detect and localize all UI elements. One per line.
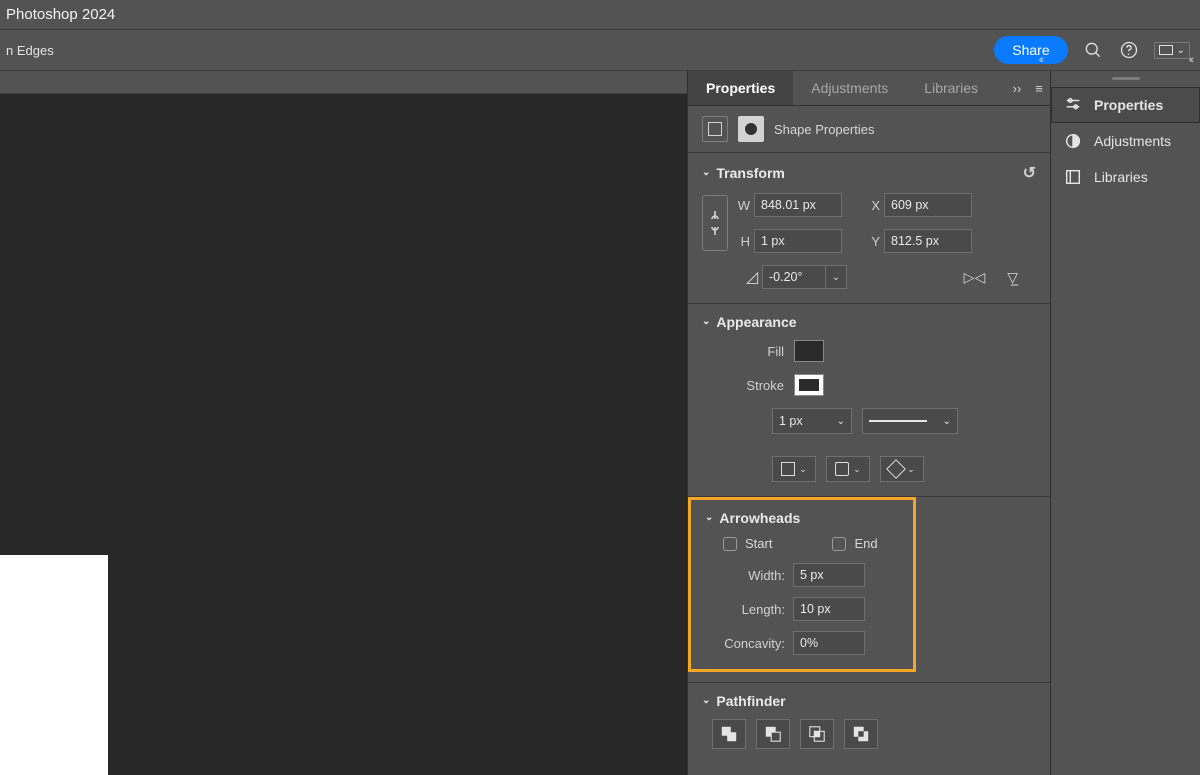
chevron-down-icon: ⌄	[702, 167, 710, 178]
panel-collapse-icon[interactable]: ‹‹	[1039, 54, 1042, 66]
x-input[interactable]	[884, 193, 972, 217]
panel-subtitle: Shape Properties	[774, 122, 874, 137]
section-pathfinder-header[interactable]: ⌄ Pathfinder	[702, 693, 1036, 709]
canvas[interactable]	[0, 93, 687, 775]
section-arrowheads-header[interactable]: ⌄ Arrowheads	[705, 510, 899, 526]
section-arrowheads: ⌄ Arrowheads Start End	[688, 496, 1050, 672]
section-pathfinder: ⌄ Pathfinder	[688, 682, 1050, 763]
height-input[interactable]	[754, 229, 842, 253]
half-circle-icon	[1064, 132, 1082, 150]
section-appearance: ⌄ Appearance Fill Stroke	[688, 303, 1050, 496]
pathfinder-exclude-button[interactable]	[844, 719, 878, 749]
arrowhead-start-checkbox[interactable]: Start	[723, 536, 772, 551]
panel-tabs: Properties Adjustments Libraries ›› ≡	[688, 71, 1050, 106]
stroke-align-dropdown[interactable]: ⌄	[772, 456, 816, 482]
section-arrowheads-title: Arrowheads	[719, 510, 800, 526]
dock-item-properties[interactable]: Properties	[1051, 87, 1200, 123]
chevron-down-icon: ⌄	[705, 512, 713, 523]
flip-vertical-icon[interactable]: ▽̲	[1007, 269, 1018, 286]
arrowhead-length-input[interactable]	[793, 597, 865, 621]
section-transform-title: Transform	[716, 165, 784, 181]
y-input[interactable]	[884, 229, 972, 253]
panel-menu-icon[interactable]: ≡	[1028, 81, 1050, 96]
app-title: Photoshop 2024	[6, 6, 115, 23]
arrowhead-width-input[interactable]	[793, 563, 865, 587]
angle-icon: ◿	[742, 267, 762, 287]
titlebar: Photoshop 2024	[0, 0, 1200, 29]
stroke-style-preview	[869, 420, 927, 422]
shape-bounds-icon[interactable]	[702, 116, 728, 142]
arrowhead-end-checkbox[interactable]: End	[832, 536, 877, 551]
share-button[interactable]: Share	[994, 36, 1067, 64]
options-bar: n Edges Share ⌄	[0, 29, 1200, 71]
panel-subheader: Shape Properties	[688, 106, 1050, 152]
chevron-down-icon: ⌄	[702, 695, 710, 706]
document-page	[0, 555, 108, 775]
stroke-width-value: 1 px	[779, 414, 803, 428]
shape-mask-icon[interactable]	[738, 116, 764, 142]
chevron-down-icon: ⌄	[829, 416, 845, 427]
tab-libraries[interactable]: Libraries	[906, 71, 996, 105]
tab-adjustments[interactable]: Adjustments	[793, 71, 906, 105]
book-icon	[1064, 168, 1082, 186]
sliders-icon	[1064, 96, 1082, 114]
document-tabstrip[interactable]	[0, 71, 687, 93]
properties-panel: ‹‹ Properties Adjustments Libraries ›› ≡…	[687, 71, 1050, 775]
chevron-down-icon: ⌄	[1177, 45, 1185, 56]
dock-collapse-icon[interactable]: ‹‹	[1189, 54, 1192, 66]
help-icon[interactable]	[1118, 39, 1140, 61]
dock-item-label: Libraries	[1094, 169, 1148, 185]
y-label: Y	[862, 234, 884, 249]
stroke-swatch[interactable]	[794, 374, 824, 396]
arrowhead-start-label: Start	[745, 536, 772, 551]
link-dimensions-icon[interactable]	[702, 195, 728, 251]
dock-item-label: Properties	[1094, 97, 1163, 113]
rotation-dropdown[interactable]: ⌄	[825, 265, 847, 289]
section-transform: ⌄ Transform ↺ W X H	[688, 152, 1050, 303]
dock-panel: ‹‹ Properties Adjustments	[1050, 71, 1200, 775]
width-label: W	[732, 198, 754, 213]
arrowheads-highlight: ⌄ Arrowheads Start End	[688, 497, 916, 672]
tab-properties[interactable]: Properties	[688, 71, 793, 105]
pathfinder-unite-button[interactable]	[712, 719, 746, 749]
pathfinder-intersect-button[interactable]	[800, 719, 834, 749]
reset-transform-icon[interactable]: ↺	[1023, 163, 1036, 183]
dock-item-label: Adjustments	[1094, 133, 1171, 149]
panel-expand-icon[interactable]: ››	[1006, 81, 1028, 96]
section-appearance-header[interactable]: ⌄ Appearance	[702, 314, 1036, 330]
stroke-caps-dropdown[interactable]: ⌄	[826, 456, 870, 482]
arrowhead-length-label: Length:	[705, 602, 785, 617]
search-icon[interactable]	[1082, 39, 1104, 61]
arrowhead-width-label: Width:	[705, 568, 785, 583]
options-left-label: n Edges	[6, 43, 54, 58]
arrowhead-end-label: End	[854, 536, 877, 551]
section-transform-header[interactable]: ⌄ Transform ↺	[702, 163, 1036, 183]
chevron-down-icon: ⌄	[702, 316, 710, 327]
document-area	[0, 71, 687, 775]
width-input[interactable]	[754, 193, 842, 217]
height-label: H	[732, 234, 754, 249]
pathfinder-subtract-button[interactable]	[756, 719, 790, 749]
section-pathfinder-title: Pathfinder	[716, 693, 785, 709]
chevron-down-icon: ⌄	[935, 416, 951, 427]
arrowhead-concavity-input[interactable]	[793, 631, 865, 655]
fill-swatch[interactable]	[794, 340, 824, 362]
rotation-input[interactable]	[762, 265, 826, 289]
dock-item-adjustments[interactable]: Adjustments	[1051, 123, 1200, 159]
arrowhead-concavity-label: Concavity:	[705, 636, 785, 651]
stroke-style-dropdown[interactable]: ⌄	[862, 408, 958, 434]
fill-label: Fill	[730, 344, 784, 359]
stroke-width-dropdown[interactable]: 1 px ⌄	[772, 408, 852, 434]
flip-horizontal-icon[interactable]: ▷◁	[964, 269, 986, 286]
frame-icon	[1159, 45, 1173, 55]
frame-mode-dropdown[interactable]: ⌄	[1154, 42, 1190, 59]
section-appearance-title: Appearance	[716, 314, 796, 330]
dock-item-libraries[interactable]: Libraries	[1051, 159, 1200, 195]
stroke-label: Stroke	[730, 378, 784, 393]
x-label: X	[862, 198, 884, 213]
stroke-corners-dropdown[interactable]: ⌄	[880, 456, 924, 482]
dock-grip[interactable]	[1051, 77, 1200, 83]
